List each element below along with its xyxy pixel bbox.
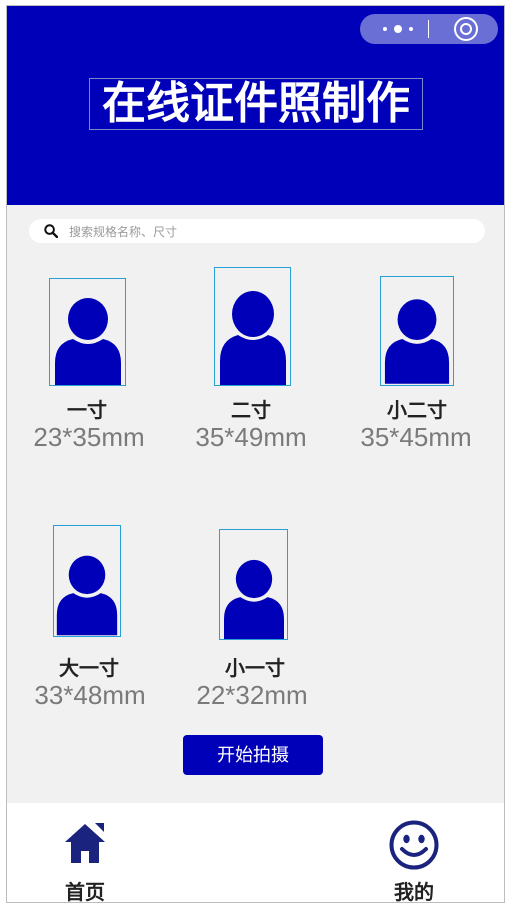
person-icon bbox=[56, 555, 118, 636]
page-title: 在线证件照制作 bbox=[89, 78, 423, 130]
tab-mine[interactable]: 我的 bbox=[374, 811, 454, 903]
search-bar[interactable] bbox=[29, 219, 485, 243]
dot bbox=[394, 25, 402, 33]
photo-frame bbox=[214, 267, 291, 386]
spec-size: 23*35mm bbox=[33, 422, 145, 452]
tab-label: 首页 bbox=[65, 880, 105, 903]
person-icon bbox=[54, 298, 121, 385]
photo-frame bbox=[53, 525, 121, 637]
photo-frame bbox=[380, 276, 454, 386]
capsule-divider bbox=[428, 20, 429, 38]
spec-name: 大一寸 bbox=[59, 656, 119, 680]
spec-name: 一寸 bbox=[67, 398, 107, 422]
smiley-icon bbox=[389, 820, 439, 870]
photo-frame bbox=[219, 529, 288, 640]
photo-frame bbox=[49, 278, 126, 386]
search-icon bbox=[44, 224, 58, 238]
tab-bar: 首页 我的 bbox=[7, 803, 504, 902]
target-icon[interactable] bbox=[454, 17, 478, 41]
header: 在线证件照制作 bbox=[7, 6, 504, 205]
spec-size: 22*32mm bbox=[196, 680, 308, 710]
person-icon bbox=[219, 291, 286, 385]
mini-program-capsule bbox=[360, 14, 498, 44]
tab-label: 我的 bbox=[394, 880, 434, 903]
spec-size: 35*49mm bbox=[195, 422, 307, 452]
app-frame: 在线证件照制作 一寸 23*35mm 二寸 35*49mm bbox=[6, 5, 505, 903]
dot bbox=[383, 27, 387, 31]
home-icon bbox=[65, 823, 105, 863]
spec-name: 小二寸 bbox=[387, 398, 447, 422]
spec-size: 33*48mm bbox=[34, 680, 146, 710]
spec-size: 35*45mm bbox=[360, 422, 472, 452]
person-icon bbox=[384, 299, 450, 384]
spec-name: 小一寸 bbox=[225, 656, 285, 680]
spec-name: 二寸 bbox=[231, 398, 271, 422]
search-input[interactable] bbox=[67, 221, 471, 243]
more-dots-icon[interactable] bbox=[378, 14, 418, 44]
person-icon bbox=[223, 559, 284, 639]
tab-home[interactable]: 首页 bbox=[45, 811, 125, 903]
dot bbox=[409, 27, 413, 31]
start-shooting-button[interactable]: 开始拍摄 bbox=[183, 735, 323, 775]
